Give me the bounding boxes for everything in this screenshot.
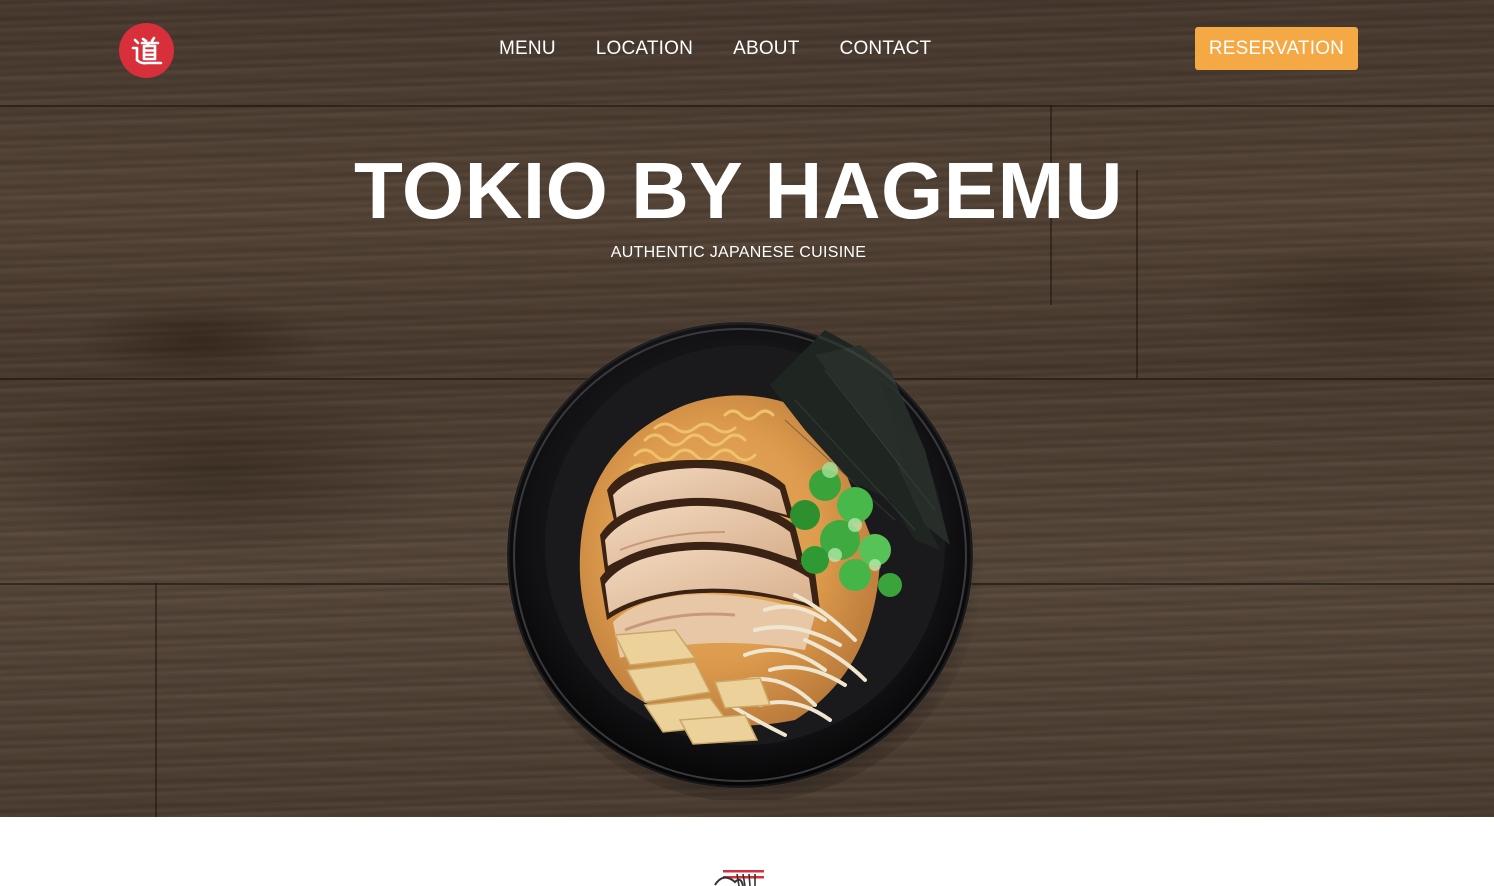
ramen-bowl-image bbox=[495, 310, 985, 802]
wood-plank-joint bbox=[155, 583, 157, 817]
nav-item-location[interactable]: LOCATION bbox=[596, 38, 693, 60]
hero-section: MENU LOCATION ABOUT CONTACT RESERVATION … bbox=[0, 0, 1494, 817]
nav-item-about[interactable]: ABOUT bbox=[733, 38, 799, 60]
ramen-bowl-illustration bbox=[506, 321, 983, 802]
brand-logo[interactable] bbox=[119, 23, 174, 78]
main-nav: MENU LOCATION ABOUT CONTACT bbox=[499, 36, 931, 62]
hero-subtitle: AUTHENTIC JAPANESE CUISINE bbox=[610, 244, 867, 261]
reservation-button[interactable]: RESERVATION bbox=[1195, 27, 1358, 70]
wood-plank-seam bbox=[0, 105, 1494, 107]
hero-title: TOKIO BY HAGEMU bbox=[353, 146, 1124, 235]
nav-item-contact[interactable]: CONTACT bbox=[840, 38, 932, 60]
kanji-seal-logo-icon bbox=[131, 36, 162, 64]
noodle-bowl-icon bbox=[714, 870, 764, 886]
nav-item-menu[interactable]: MENU bbox=[499, 38, 556, 60]
